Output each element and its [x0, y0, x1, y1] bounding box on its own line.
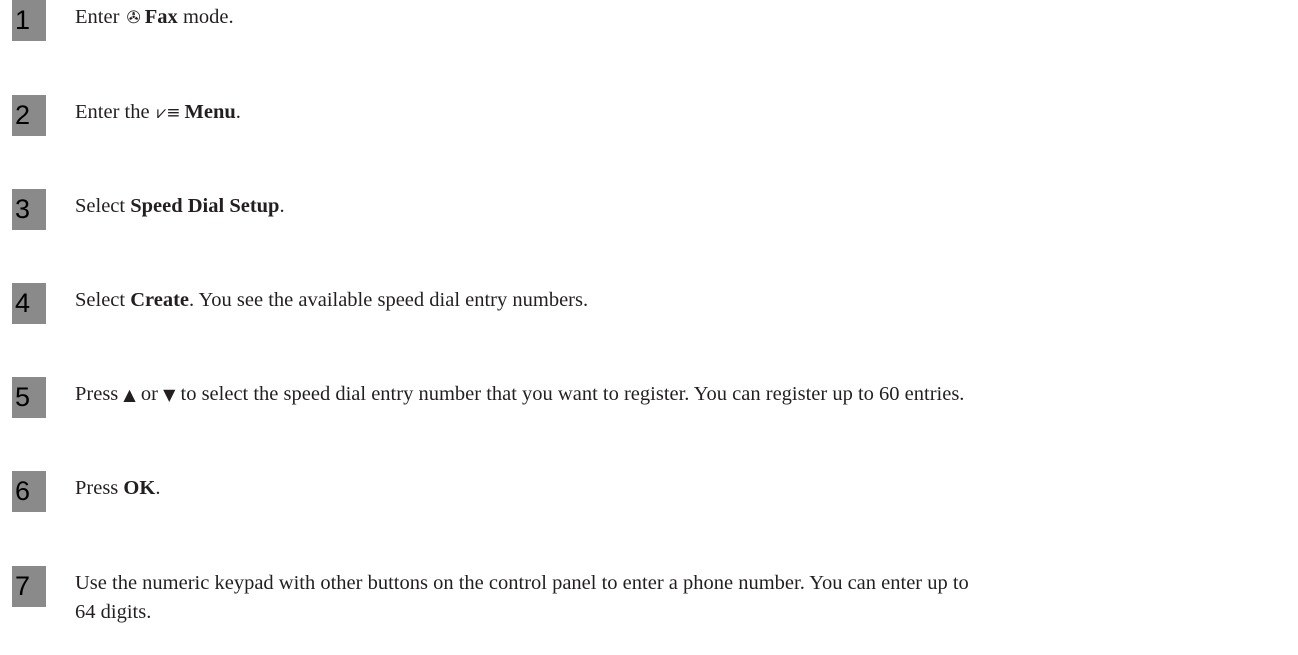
- step-number: 5: [12, 377, 46, 418]
- step-number: 1: [12, 0, 46, 41]
- step-text: Enter ✇ Fax mode.: [75, 3, 1297, 33]
- up-arrow-icon: ▲: [123, 385, 136, 404]
- step-text: Press ▲ or ▼ to select the speed dial en…: [75, 383, 965, 405]
- step-number: 3: [12, 189, 46, 230]
- step-number: 2: [12, 95, 46, 136]
- step-number: 7: [12, 566, 46, 607]
- step-text: Use the numeric keypad with other button…: [75, 572, 969, 623]
- step-text: Enter the ⩗≡ Menu.: [75, 98, 1297, 128]
- step-text: Select Speed Dial Setup.: [75, 195, 285, 217]
- step-text: Select Create. You see the available spe…: [75, 289, 589, 311]
- step-number: 4: [12, 283, 46, 324]
- menu-icon: ⩗≡: [156, 103, 181, 123]
- step-number: 6: [12, 471, 46, 512]
- fax-icon: ✇: [126, 8, 141, 28]
- step-text: Press OK.: [75, 477, 161, 499]
- down-arrow-icon: ▼: [163, 385, 176, 404]
